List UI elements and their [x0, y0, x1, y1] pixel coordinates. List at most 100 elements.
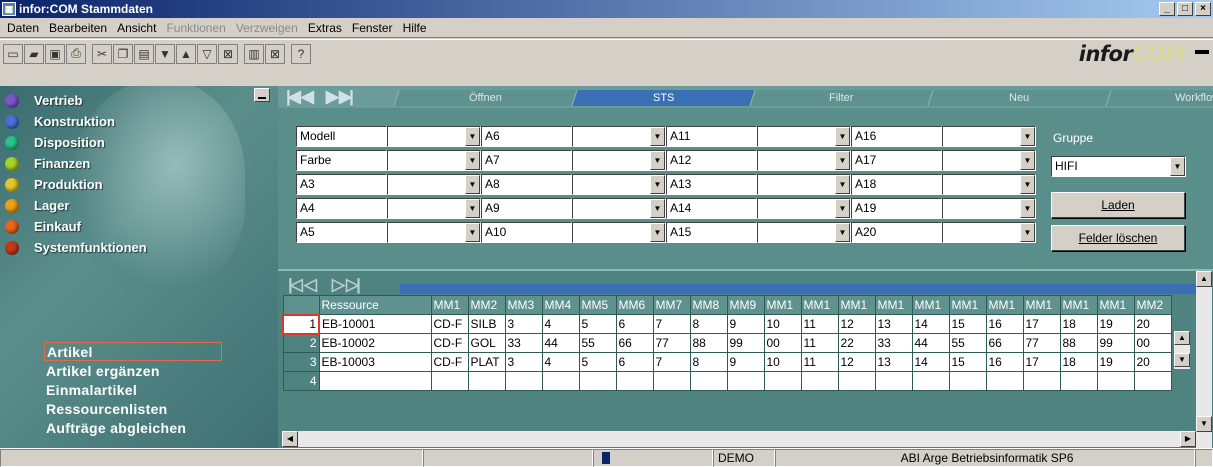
table-cell[interactable] [800, 371, 839, 391]
table-cell[interactable]: EB-10003 [318, 352, 432, 372]
table-cell[interactable] [1022, 371, 1061, 391]
table-cell[interactable]: 9 [726, 352, 765, 372]
table-cell[interactable]: 44 [541, 333, 580, 353]
chevron-down-icon[interactable]: ▼ [650, 151, 665, 170]
rows-icon[interactable]: ⊠ [265, 43, 285, 64]
minimize-button[interactable]: _ [1159, 2, 1175, 16]
chevron-down-icon[interactable]: ▼ [1020, 223, 1035, 242]
table-cell[interactable]: 00 [763, 333, 802, 353]
module-item-systemfunktionen[interactable]: Systemfunktionen [0, 237, 278, 258]
column-header[interactable]: MM1 [1022, 295, 1061, 315]
column-header[interactable]: MM1 [763, 295, 802, 315]
column-header[interactable]: MM1 [911, 295, 950, 315]
module-item-produktion[interactable]: Produktion [0, 174, 278, 195]
row-scrollbar[interactable]: ▲ ▼ [1174, 331, 1190, 369]
panel-scroll-down-icon[interactable]: ▼ [1196, 416, 1212, 432]
field-select[interactable]: ▼ [387, 174, 481, 195]
table-cell[interactable]: 11 [800, 314, 839, 334]
field-select[interactable]: ▼ [572, 126, 666, 147]
table-cell[interactable]: 16 [985, 352, 1024, 372]
table-cell[interactable] [615, 371, 654, 391]
row-number[interactable]: 1 [282, 313, 320, 335]
chevron-down-icon[interactable]: ▼ [1020, 199, 1035, 218]
table-cell[interactable] [1096, 371, 1135, 391]
table-cell[interactable]: 20 [1133, 352, 1172, 372]
table-cell[interactable]: 10 [763, 314, 802, 334]
table-cell[interactable] [874, 371, 913, 391]
table-cell[interactable] [318, 371, 432, 391]
resize-grip-icon[interactable] [1195, 449, 1213, 467]
field-select[interactable]: ▼ [572, 198, 666, 219]
column-header[interactable]: MM1 [874, 295, 913, 315]
group-select[interactable]: HIFI ▼ [1051, 156, 1186, 177]
table-cell[interactable]: 18 [1059, 314, 1098, 334]
table-row[interactable]: 1 EB-10001 CD-F SILB 3 4 5 6 7 8 9 10 11 12 13 14 15 16 17… [282, 313, 1172, 335]
menu-daten[interactable]: Daten [2, 21, 44, 35]
table-cell[interactable]: 15 [948, 314, 987, 334]
column-header[interactable]: MM2 [1133, 295, 1172, 315]
chevron-down-icon[interactable]: ▼ [1020, 175, 1035, 194]
last-record-icon[interactable]: ▶| [339, 88, 354, 105]
grid-last-icon[interactable]: ▷| [346, 276, 361, 293]
field-select[interactable]: ▼ [572, 222, 666, 243]
menu-ansicht[interactable]: Ansicht [112, 21, 161, 35]
chevron-down-icon[interactable]: ▼ [835, 127, 850, 146]
scroll-up-icon[interactable]: ▲ [1174, 331, 1190, 345]
chevron-down-icon[interactable]: ▼ [650, 223, 665, 242]
close-button[interactable]: × [1195, 2, 1211, 16]
table-cell[interactable]: 9 [726, 314, 765, 334]
table-cell[interactable]: 3 [504, 314, 543, 334]
tab-3[interactable]: Neu [927, 90, 1111, 106]
table-cell[interactable] [911, 371, 950, 391]
table-cell[interactable] [467, 371, 506, 391]
field-select[interactable]: ▼ [387, 222, 481, 243]
table-cell[interactable]: 3 [504, 352, 543, 372]
table-cell[interactable]: 15 [948, 352, 987, 372]
grid-next-icon[interactable]: ▷ [332, 276, 345, 293]
table-cell[interactable]: 77 [652, 333, 691, 353]
chevron-down-icon[interactable]: ▼ [1020, 127, 1035, 146]
table-cell[interactable] [948, 371, 987, 391]
column-header[interactable]: MM8 [689, 295, 728, 315]
table-cell[interactable] [689, 371, 728, 391]
prev-record-icon[interactable]: ◀ [301, 88, 314, 105]
row-number[interactable]: 4 [282, 371, 320, 391]
column-header[interactable]: MM5 [578, 295, 617, 315]
table-cell[interactable]: 88 [689, 333, 728, 353]
table-cell[interactable]: 12 [837, 352, 876, 372]
submenu-item[interactable]: Ressourcenlisten [44, 399, 222, 418]
table-cell[interactable]: 22 [837, 333, 876, 353]
table-cell[interactable] [652, 371, 691, 391]
field-select[interactable]: ▼ [572, 174, 666, 195]
column-header[interactable]: MM1 [1059, 295, 1098, 315]
tab-0[interactable]: Öffnen [393, 90, 577, 106]
sidebar-collapse-button[interactable] [254, 88, 270, 102]
table-cell[interactable]: 13 [874, 352, 913, 372]
table-cell[interactable]: GOL [467, 333, 506, 353]
field-select[interactable]: ▼ [942, 198, 1036, 219]
table-cell[interactable]: 77 [1022, 333, 1061, 353]
grid-first-icon[interactable]: |◁ [288, 276, 303, 293]
move-down-icon[interactable]: ▼ [155, 43, 175, 64]
table-cell[interactable]: 4 [541, 352, 580, 372]
table-cell[interactable]: CD-F [430, 352, 469, 372]
field-select[interactable]: ▼ [757, 222, 851, 243]
chevron-down-icon[interactable]: ▼ [465, 199, 480, 218]
table-cell[interactable] [1059, 371, 1098, 391]
row-number[interactable]: 2 [282, 333, 320, 353]
filter-icon[interactable]: ▽ [197, 43, 217, 64]
column-header[interactable] [282, 295, 320, 315]
field-select[interactable]: ▼ [942, 150, 1036, 171]
table-cell[interactable]: 19 [1096, 314, 1135, 334]
row-number[interactable]: 3 [282, 352, 320, 372]
column-header[interactable]: MM2 [467, 295, 506, 315]
chevron-down-icon[interactable]: ▼ [835, 199, 850, 218]
print-icon[interactable]: ⎙ [66, 43, 86, 64]
chevron-down-icon[interactable]: ▼ [650, 127, 665, 146]
field-select[interactable]: ▼ [387, 150, 481, 171]
column-header[interactable]: MM1 [985, 295, 1024, 315]
table-cell[interactable]: 66 [985, 333, 1024, 353]
table-cell[interactable]: 00 [1133, 333, 1172, 353]
menu-hilfe[interactable]: Hilfe [398, 21, 432, 35]
table-cell[interactable]: 14 [911, 352, 950, 372]
